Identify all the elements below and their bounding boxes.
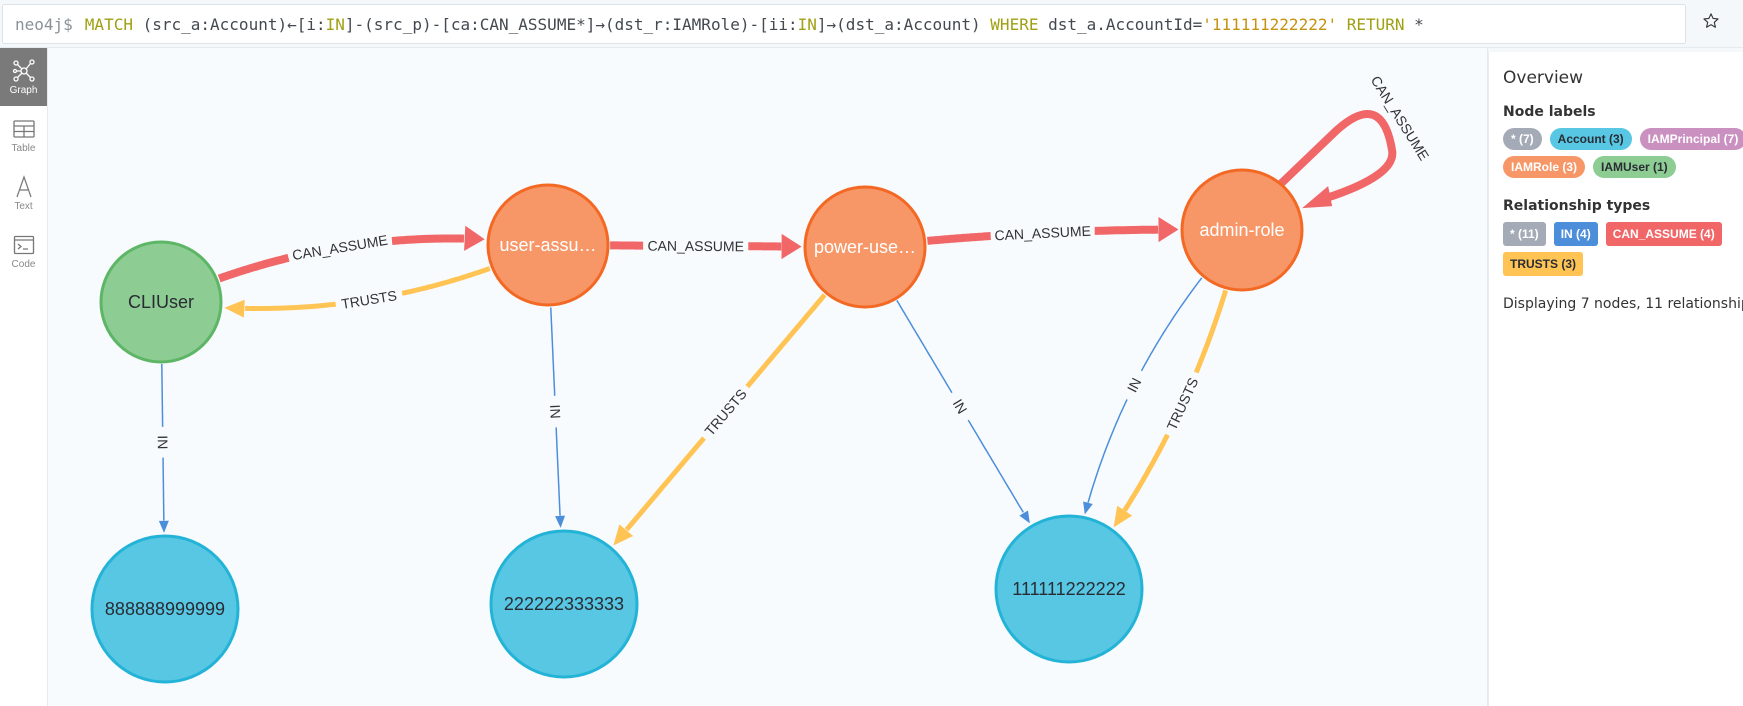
relationship-line[interactable] [1094,225,1159,235]
relationship-label: TRUSTS [1163,375,1201,433]
graph-canvas[interactable]: CAN_ASSUME TRUSTS CAN_ASSUME CAN_ASSUME CAN_… [48,48,1488,706]
node-account[interactable]: 111111222222 [994,514,1144,664]
relationship-can-assume[interactable]: CAN_ASSUME [217,225,485,283]
relationship-line[interactable] [550,307,556,396]
relationship-line[interactable] [1140,277,1203,372]
relationship-label: IN [547,404,564,419]
relationship-line[interactable] [555,427,561,516]
relationship-line[interactable] [896,299,953,394]
node-labels-heading: Node labels [1503,104,1596,120]
relationship-line[interactable] [1193,289,1229,374]
arrow-head [1302,186,1333,209]
relationship-line[interactable] [1087,399,1128,503]
relationship-label: IN [1124,375,1145,395]
overview-title: Overview [1503,68,1584,88]
node-iamuser[interactable]: CLIUser [99,240,223,364]
relationship-line[interactable] [1122,433,1170,512]
favorite-button[interactable] [1700,12,1722,34]
node-label-pill[interactable]: Account (3) [1549,128,1632,150]
relationship-label: CAN_ASSUME [291,232,389,263]
relationship-line[interactable] [745,293,827,389]
relationship-line[interactable] [217,253,290,283]
node-labels-list: * (7) Account (3) IAMPrincipal (7) IAMRole … [1503,128,1743,178]
relationship-type-tag[interactable]: TRUSTS (3) [1503,252,1583,276]
graph-visualization[interactable]: CAN_ASSUME TRUSTS CAN_ASSUME CAN_ASSUME CAN_… [0,0,1488,706]
relationship-line[interactable] [391,234,465,245]
arrow-head [1083,501,1093,515]
relationship-can-assume[interactable]: CAN_ASSUME [610,233,802,260]
relationships-layer: CAN_ASSUME TRUSTS CAN_ASSUME CAN_ASSUME CAN_… [155,73,1433,546]
arrow-head [555,515,566,528]
run-query-button[interactable] [1653,15,1673,71]
node-caption: power-use… [814,237,916,257]
arrow-head [1019,510,1030,524]
node-caption: admin-role [1199,220,1284,240]
relationship-label: TRUSTS [340,287,398,312]
relationship-in[interactable]: IN [155,364,171,533]
relationship-in[interactable]: IN [896,299,1030,524]
arrow-head [464,225,485,251]
node-iamrole[interactable]: admin-role [1180,168,1304,292]
relationship-line[interactable] [244,301,336,311]
relationship-label: IN [155,435,171,449]
arrow-head [781,233,802,260]
relationship-trusts[interactable]: TRUSTS [1113,289,1229,528]
relationship-can-assume[interactable]: CAN_ASSUME [1277,73,1433,209]
node-caption: 111111222222 [1012,579,1125,599]
node-label-pill[interactable]: IAMPrincipal (7) [1639,128,1743,150]
graph-status: Displaying 7 nodes, 11 relationships. [1503,296,1743,312]
relationship-label: CAN_ASSUME [647,238,744,255]
relationship-line[interactable] [162,457,165,521]
arrow-head [224,299,245,318]
relationship-line[interactable] [1277,110,1397,202]
node-iamrole[interactable]: user-assu… [486,183,610,307]
star-icon [1703,13,1719,28]
relationship-in[interactable]: IN [547,307,566,528]
node-label-pill[interactable]: IAMUser (1) [1593,156,1676,178]
arrow-head [158,520,169,533]
relationship-label: IN [950,396,971,416]
node-caption: 222222333333 [504,594,624,614]
neo4j-browser: neo4j$ MATCH (src_a:Account)←[i:IN]-(src… [0,0,1743,706]
relationship-can-assume[interactable]: CAN_ASSUME [927,216,1179,245]
relationship-types-heading: Relationship types [1503,198,1651,214]
overview-panel: Overview Node labels * (7) Account (3) IAM… [1488,52,1743,706]
node-caption: user-assu… [499,235,596,255]
node-caption: CLIUser [128,292,194,312]
relationship-line[interactable] [967,419,1024,513]
relationship-label: TRUSTS [701,386,749,439]
relationship-types-list: * (11) IN (4) CAN_ASSUME (4) TRUSTS (3) [1503,222,1743,276]
node-account[interactable]: 888888999999 [90,534,240,684]
arrow-head [1158,216,1179,243]
relationship-line[interactable] [401,266,491,296]
relationship-trusts[interactable]: TRUSTS [224,266,491,318]
node-caption: 888888999999 [105,599,225,619]
relationship-line[interactable] [927,232,991,245]
relationship-label: CAN_ASSUME [994,223,1091,244]
relationship-type-tag[interactable]: CAN_ASSUME (4) [1605,222,1722,246]
relationship-type-tag[interactable]: * (11) [1503,222,1546,246]
node-label-pill[interactable]: * (7) [1503,128,1542,150]
node-iamrole[interactable]: power-use… [803,185,927,309]
relationship-line[interactable] [624,436,706,532]
node-account[interactable]: 222222333333 [489,529,639,679]
relationship-trusts[interactable]: TRUSTS [613,293,827,546]
relationship-type-tag[interactable]: IN (4) [1553,222,1598,246]
node-label-pill[interactable]: IAMRole (3) [1503,156,1585,178]
relationship-line[interactable] [161,364,164,427]
